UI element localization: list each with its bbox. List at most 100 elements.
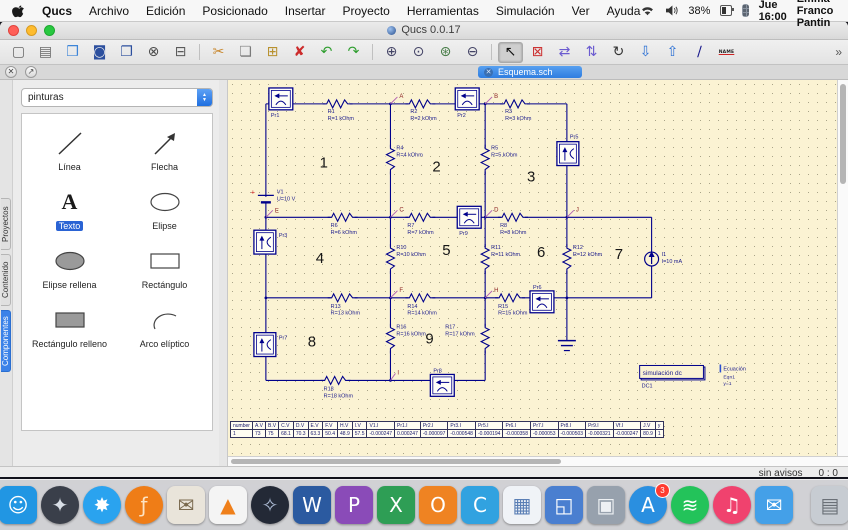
toolbar-pop-out-subcircuit[interactable]: ⇧ [660,42,685,63]
sidebar-tab-contenido[interactable]: Contenido [1,254,11,306]
probe-Pr6[interactable] [530,291,554,313]
sidebar-close-button[interactable]: ✕ [5,66,17,78]
resistor-R17[interactable] [480,324,490,354]
menu-ayuda[interactable]: Ayuda [607,4,641,18]
toolbar-new-document[interactable]: ▢ [6,42,31,63]
dock-icon-mail-stamp[interactable]: ✉ [167,486,205,524]
toolbar-new-text-document[interactable]: ▤ [33,42,58,63]
ground-symbol[interactable] [558,341,576,351]
menubar-clock[interactable]: Jue 16:00 [759,0,787,23]
dock-icon-finder[interactable]: ☺ [0,486,37,524]
toolbar-mirror-horizontal[interactable]: ⇄ [552,42,577,63]
menu-herramientas[interactable]: Herramientas [407,4,479,18]
resistor-R18[interactable] [321,375,351,385]
horizontal-scrollbar-thumb[interactable] [231,459,561,464]
toolbar-save-all[interactable]: ❐ [114,42,139,63]
toolbar-deactivate-component[interactable]: ⊠ [525,42,550,63]
toolbar-zoom-in[interactable]: ⊕ [379,42,404,63]
toolbar-redo[interactable]: ↷ [341,42,366,63]
toolbar-mirror-vertical[interactable]: ⇅ [579,42,604,63]
toolbar-close-document[interactable]: ⊗ [141,42,166,63]
menu-simulación[interactable]: Simulación [496,4,555,18]
resistor-R6[interactable] [328,212,358,222]
wires[interactable] [266,104,652,381]
schematic[interactable]: + [228,80,837,456]
resistor-R10[interactable] [385,244,395,274]
dock-icon-vlc[interactable]: ▲ [209,486,247,524]
dock-icon-outlook[interactable]: O [419,486,457,524]
horizontal-scrollbar[interactable] [228,456,848,466]
vertical-scrollbar[interactable] [837,80,848,456]
resistor-R12[interactable] [562,244,572,274]
sidebar-tab-componentes[interactable]: Componentes [1,310,11,372]
toolbar-zoom-out[interactable]: ⊖ [460,42,485,63]
toolbar-overflow-chevron[interactable]: » [835,45,842,59]
apple-menu-icon[interactable] [12,4,25,18]
resistor-R4[interactable] [385,145,395,175]
toolbar-undo[interactable]: ↶ [314,42,339,63]
toolbar-save-document[interactable]: ◙ [87,42,112,63]
toolbar-rotate-component[interactable]: ↻ [606,42,631,63]
resistor-R2[interactable] [405,99,435,109]
toolbar-insert-wire[interactable]: ∕ [687,42,712,63]
menu-proyecto[interactable]: Proyecto [342,4,389,18]
input-source-icon[interactable] [742,4,748,17]
zoom-window-button[interactable] [44,25,55,36]
dock-icon-c-app[interactable]: C [461,486,499,524]
toolbar-delete[interactable]: ✘ [287,42,312,63]
dock-icon-excel[interactable]: X [377,486,415,524]
resistor-R13[interactable] [328,293,358,303]
resistor-R1[interactable] [323,99,353,109]
probe-Pr8[interactable] [430,374,454,396]
dock-icon-word[interactable]: W [293,486,331,524]
dock-icon-itunes[interactable]: ♫ [713,486,751,524]
menu-insertar[interactable]: Insertar [285,4,326,18]
dock-icon-powerpoint[interactable]: P [335,486,373,524]
resistor-R15[interactable] [495,293,525,303]
palette-item-rect-filled[interactable]: Rectángulo relleno [22,297,117,356]
dock-icon-telescope-app[interactable]: ✧ [251,486,289,524]
menu-edición[interactable]: Edición [146,4,185,18]
voltage-source-V1[interactable]: + [251,189,274,202]
palette-item-ellipse[interactable]: Elipse [117,179,212,238]
menu-archivo[interactable]: Archivo [89,4,129,18]
toolbar-select-pointer[interactable]: ↖ [498,42,523,63]
palette-item-arc[interactable]: Arco elíptico [117,297,212,356]
wifi-icon[interactable] [640,5,655,17]
toolbar-zoom-fit[interactable]: ⊛ [433,42,458,63]
probe-Pr3[interactable] [254,230,276,254]
close-window-button[interactable] [8,25,19,36]
dock-icon-grid-app[interactable]: ▦ [503,486,541,524]
tab-close-icon[interactable]: ✕ [484,68,493,77]
resistor-R11[interactable] [480,244,490,274]
toolbar-insert-label[interactable]: NAME [714,42,739,63]
menu-qucs[interactable]: Qucs [42,4,72,18]
equation-block[interactable]: Ecuación Eqn1 y=1 [720,364,746,386]
probe-Pr5[interactable] [557,142,579,166]
palette-item-ellipse-filled[interactable]: Elipse rellena [22,238,117,297]
menubar-user[interactable]: Emma Franco Pantin [797,0,848,29]
probe-Pr1[interactable] [269,88,293,110]
schematic-canvas[interactable]: + [228,80,837,456]
resistor-R8[interactable] [498,212,528,222]
dock-icon-trash[interactable]: ▤ [811,486,848,524]
component-group-select[interactable]: pinturas ▲▼ [21,88,213,107]
palette-item-rect[interactable]: Rectángulo [117,238,212,297]
dock-icon-spotify[interactable]: ≋ [671,486,709,524]
splitter[interactable] [219,80,228,466]
dock-icon-safari[interactable]: ✸ [83,486,121,524]
probe-Pr7[interactable] [254,333,276,357]
resistor-R3[interactable] [500,99,530,109]
results-table[interactable]: numberA.VB.VC.VD.VE.VF.VH.VI.VV1.IPr1.IP… [230,421,664,438]
dock-icon-gray-app[interactable]: ▣ [587,486,625,524]
menu-ver[interactable]: Ver [572,4,590,18]
palette-item-arrow[interactable]: Flecha [117,120,212,179]
volume-icon[interactable] [665,5,678,16]
dock-icon-mail[interactable]: ✉ [755,486,793,524]
minimize-window-button[interactable] [26,25,37,36]
dc-simulation-block[interactable]: simulación dc DC1 [640,365,705,389]
resistor-R16[interactable] [385,324,395,354]
resistor-R7[interactable] [405,212,435,222]
tab-esquema[interactable]: ✕ Esquema.sch [478,66,582,78]
dock-icon-firefox[interactable]: ƒ [125,486,163,524]
